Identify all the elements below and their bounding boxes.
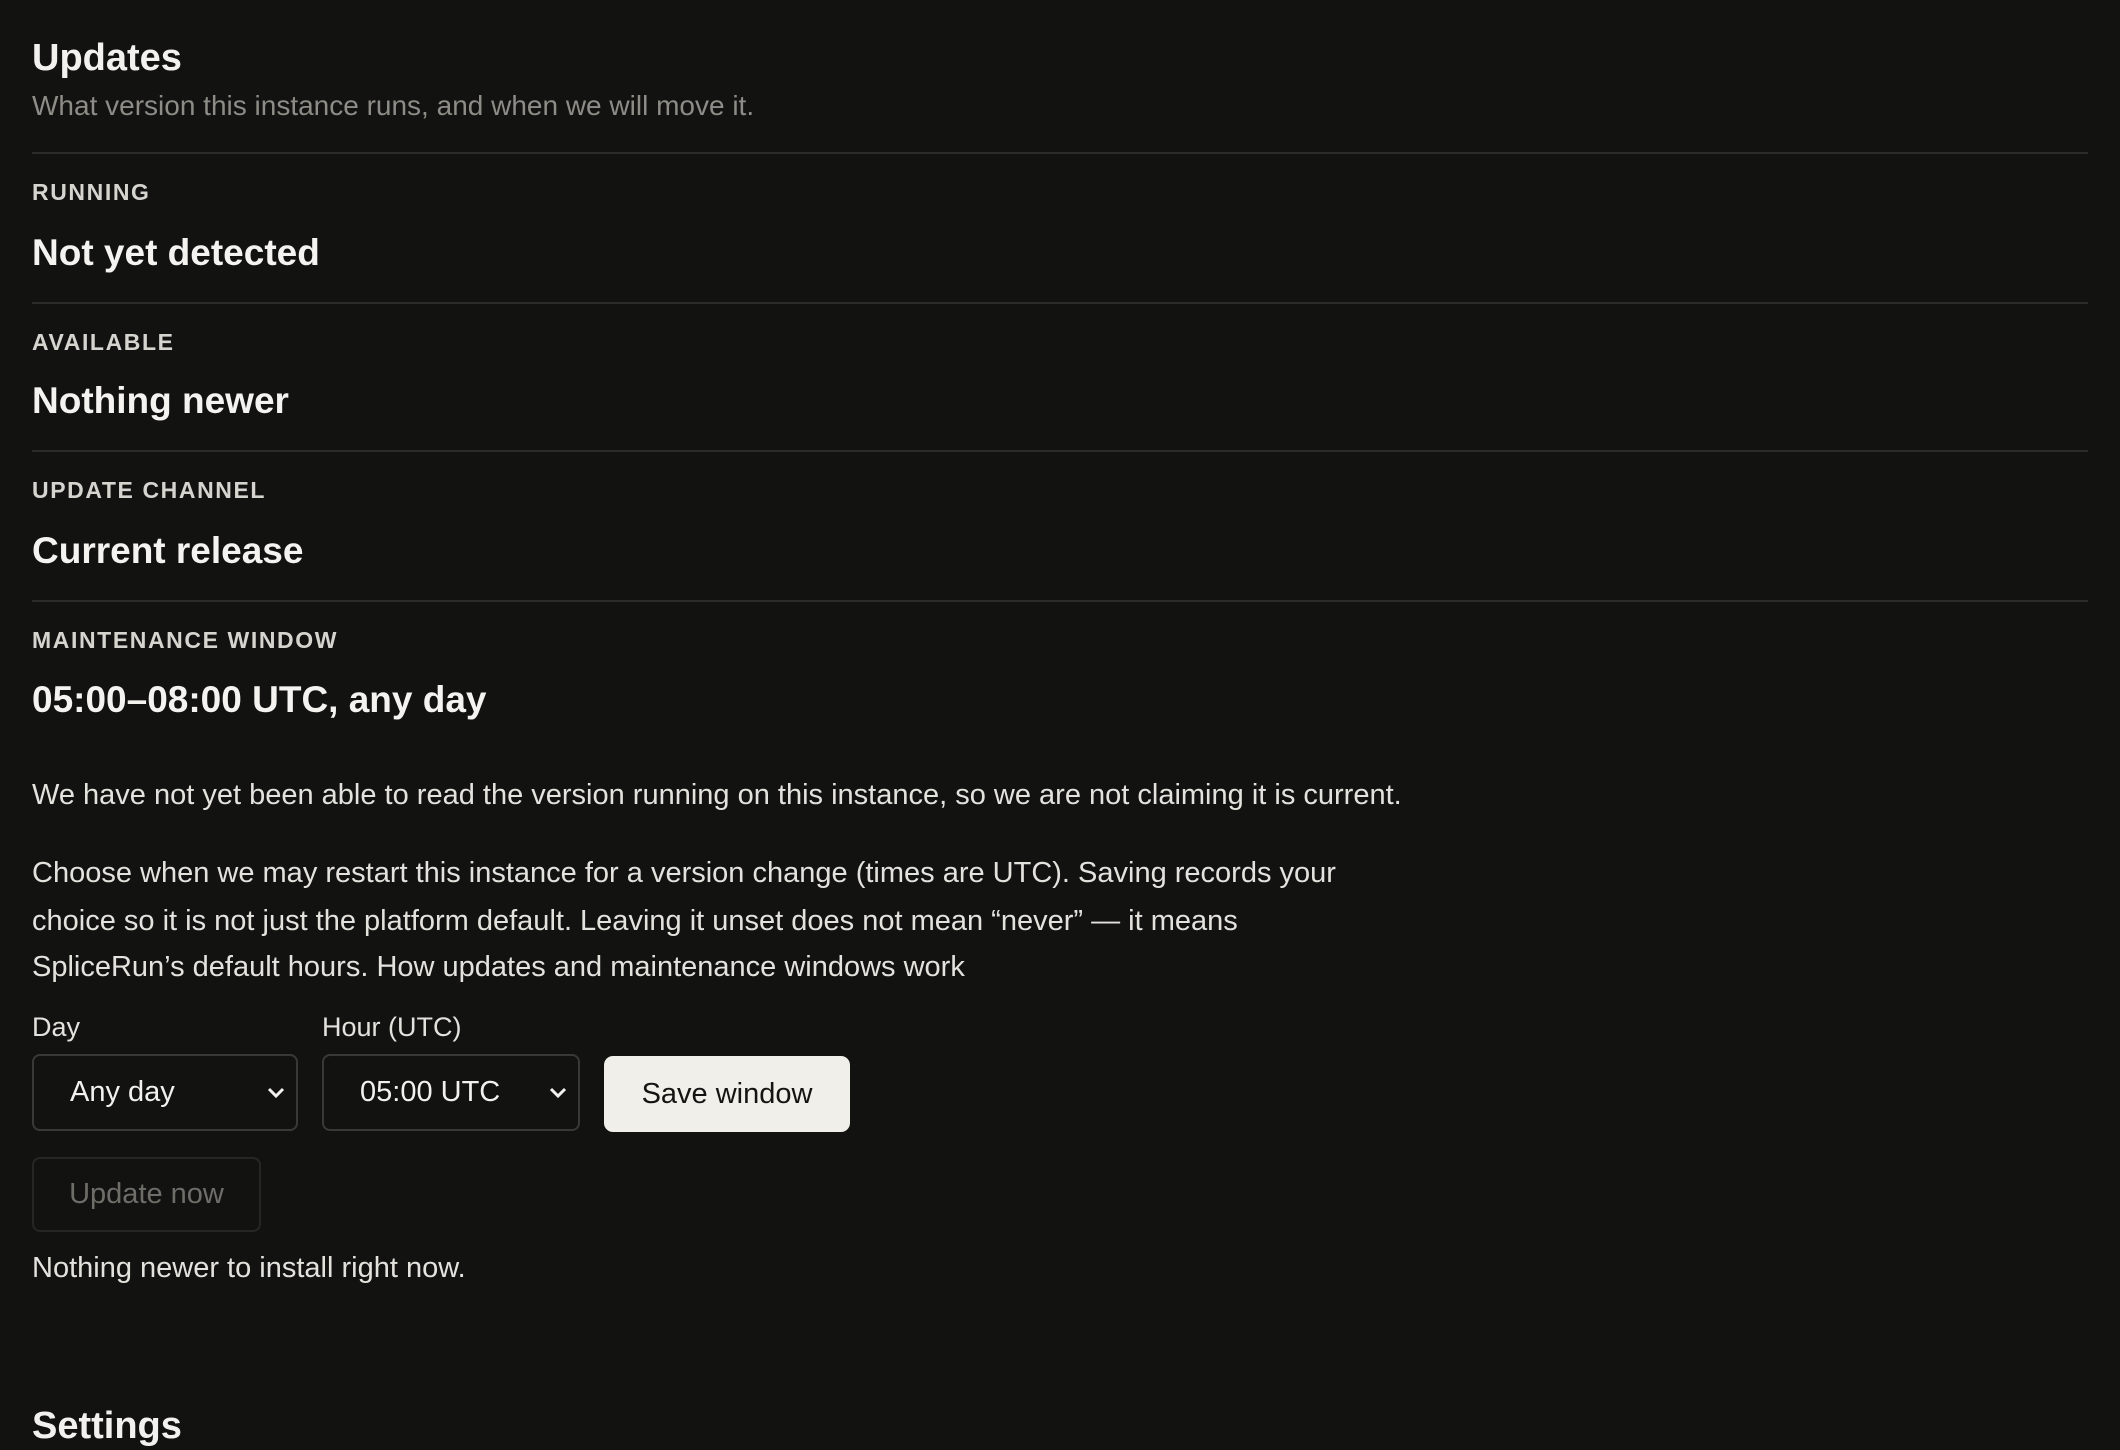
available-value: Nothing newer xyxy=(32,380,289,421)
help-line: SpliceRun’s default hours. How updates a… xyxy=(32,951,965,983)
day-select-value: Any day xyxy=(70,1076,175,1108)
day-select[interactable]: Any day xyxy=(32,1054,298,1131)
hour-label: Hour (UTC) xyxy=(322,1012,462,1042)
divider xyxy=(32,600,2088,602)
save-window-button[interactable]: Save window xyxy=(604,1056,850,1132)
day-label: Day xyxy=(32,1012,81,1042)
update-channel-value: Current release xyxy=(32,530,304,571)
running-label: RUNNING xyxy=(32,179,151,205)
chevron-down-icon xyxy=(264,1056,288,1129)
divider xyxy=(32,152,2088,154)
divider xyxy=(32,450,2088,452)
available-label: AVAILABLE xyxy=(32,329,175,355)
section-subtitle: What version this instance runs, and whe… xyxy=(32,90,755,121)
help-line: choice so it is not just the platform de… xyxy=(32,905,1238,937)
version-note: We have not yet been able to read the ve… xyxy=(32,779,1402,811)
update-now-button[interactable]: Update now xyxy=(32,1157,261,1232)
running-value: Not yet detected xyxy=(32,232,320,273)
update-channel-label: UPDATE CHANNEL xyxy=(32,477,267,503)
maintenance-window-value: 05:00–08:00 UTC, any day xyxy=(32,679,487,720)
help-line: Choose when we may restart this instance… xyxy=(32,857,1336,889)
hour-select[interactable]: 05:00 UTC xyxy=(322,1054,580,1131)
section-title: Updates xyxy=(32,37,182,79)
settings-section-title: Settings xyxy=(32,1405,182,1447)
divider xyxy=(32,302,2088,304)
chevron-down-icon xyxy=(546,1056,570,1129)
maintenance-window-label: MAINTENANCE WINDOW xyxy=(32,627,339,653)
hour-select-value: 05:00 UTC xyxy=(360,1076,501,1108)
status-note: Nothing newer to install right now. xyxy=(32,1252,466,1284)
